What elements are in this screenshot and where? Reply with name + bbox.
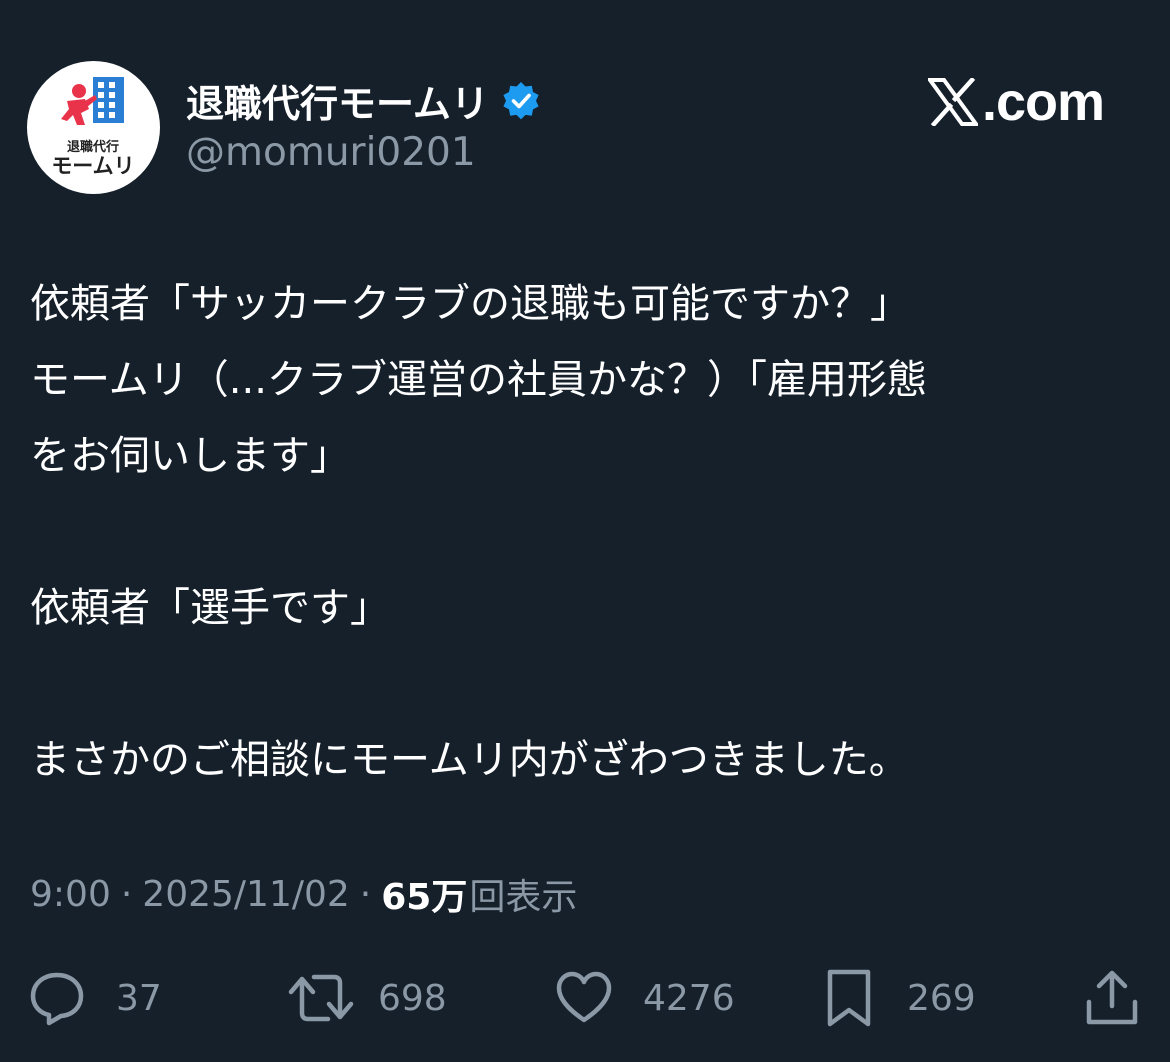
share-button[interactable] <box>1084 958 1140 1038</box>
action-bar: 37 698 4276 269 <box>0 958 1170 1038</box>
tweet-line: 依頼者「サッカークラブの退職も可能ですか？」 <box>30 281 910 327</box>
bookmark-icon <box>827 969 871 1027</box>
momuri-logo-icon: 退職代行 モームリ <box>51 77 135 178</box>
retweet-button[interactable]: 698 <box>288 958 447 1038</box>
tweet-text: 依頼者「サッカークラブの退職も可能ですか？」 モームリ（...クラブ運営の社員か… <box>30 266 1140 798</box>
tweet-time[interactable]: 9:00 <box>30 874 111 915</box>
tweet-line: まさかのご相談にモームリ内がざわつきました。 <box>30 737 909 783</box>
meta-separator: · <box>120 873 133 915</box>
retweet-icon <box>288 974 354 1022</box>
bookmark-button[interactable]: 269 <box>825 958 976 1038</box>
x-logo-icon <box>927 78 978 126</box>
reply-count: 37 <box>116 977 162 1019</box>
avatar-text-bottom: モームリ <box>51 154 134 178</box>
retweet-count: 698 <box>378 977 447 1019</box>
reply-icon <box>30 972 84 1026</box>
avatar[interactable]: 退職代行 モームリ <box>27 61 160 194</box>
author-name-row[interactable]: 退職代行モームリ <box>186 74 541 126</box>
like-count: 4276 <box>643 977 735 1019</box>
views-label[interactable]: 回表示 <box>469 868 577 920</box>
display-name[interactable]: 退職代行モームリ <box>186 73 489 128</box>
meta-separator: · <box>359 873 372 915</box>
verified-badge-icon <box>503 82 539 120</box>
tweet-line: 依頼者「選手です」 <box>30 585 390 631</box>
tweet-meta: 9:00 · 2025/11/02 · 65万 回表示 <box>30 868 577 920</box>
views-count[interactable]: 65万 <box>381 868 467 920</box>
tweet-line: モームリ（...クラブ運営の社員かな？）「雇用形態 <box>30 357 927 403</box>
tweet-date[interactable]: 2025/11/02 <box>142 874 350 915</box>
tweet-line: をお伺いします」 <box>30 433 350 479</box>
heart-icon <box>556 971 612 1023</box>
bookmark-count: 269 <box>907 977 976 1019</box>
brand-domain: .com <box>981 72 1105 132</box>
x-brand-watermark: .com <box>927 72 1105 132</box>
share-icon <box>1086 970 1138 1025</box>
reply-button[interactable]: 37 <box>28 958 162 1038</box>
like-button[interactable]: 4276 <box>555 958 735 1038</box>
avatar-text-top: 退職代行 <box>67 139 119 155</box>
author-handle[interactable]: @momuri0201 <box>186 130 476 175</box>
